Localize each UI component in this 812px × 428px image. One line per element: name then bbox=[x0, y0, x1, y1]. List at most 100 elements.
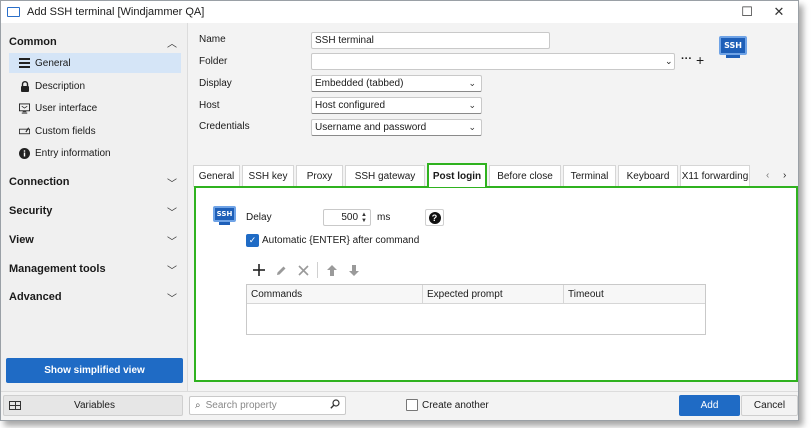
entry-type-icon[interactable]: SSH bbox=[719, 36, 747, 59]
tab-x11-forwarding[interactable]: X11 forwarding bbox=[680, 165, 750, 187]
edit-icon[interactable] bbox=[270, 261, 292, 279]
sidebar-item-user-interface[interactable]: User interface bbox=[9, 98, 181, 118]
sidebar-group-view[interactable]: View ﹀ bbox=[9, 231, 181, 249]
tab-before-close[interactable]: Before close bbox=[489, 165, 561, 187]
name-label: Name bbox=[199, 34, 226, 45]
delete-icon[interactable] bbox=[292, 261, 314, 279]
title-bar: Add SSH terminal [Windjammer QA] ☐ ✕ bbox=[1, 1, 798, 23]
host-select[interactable]: Host configured ⌄ bbox=[311, 97, 482, 114]
help-button[interactable]: ? bbox=[425, 209, 444, 226]
sidebar-item-general[interactable]: General bbox=[9, 53, 181, 73]
sidebar-group-label: Connection bbox=[9, 176, 70, 188]
credentials-select[interactable]: Username and password ⌄ bbox=[311, 119, 482, 136]
checkmark-icon: ✓ bbox=[246, 234, 259, 247]
table-header: Commands Expected prompt Timeout bbox=[247, 285, 705, 304]
stepper-arrows-icon[interactable]: ▲ ▼ bbox=[361, 212, 367, 224]
sidebar-group-connection[interactable]: Connection ﹀ bbox=[9, 173, 181, 191]
window-title: Add SSH terminal [Windjammer QA] bbox=[27, 6, 205, 18]
sidebar-item-description[interactable]: Description bbox=[9, 76, 181, 96]
move-up-icon[interactable] bbox=[321, 261, 343, 279]
folder-add-icon[interactable]: + bbox=[696, 52, 704, 68]
chevron-down-icon: ﹀ bbox=[167, 207, 177, 219]
credentials-value: Username and password bbox=[315, 122, 427, 133]
sidebar-item-label: Custom fields bbox=[35, 125, 96, 137]
search-placeholder: Search property bbox=[205, 400, 277, 411]
sidebar-group-common[interactable]: Common ︿ bbox=[9, 33, 181, 51]
grid-icon bbox=[9, 401, 21, 410]
sidebar-item-entry-information[interactable]: Entry information bbox=[9, 143, 181, 163]
create-another-checkbox[interactable]: Create another bbox=[406, 399, 489, 411]
sidebar-item-custom-fields[interactable]: Custom fields bbox=[9, 121, 181, 141]
bottom-bar: Variables ⌕ Search property Create anoth… bbox=[1, 391, 798, 420]
info-icon bbox=[19, 147, 30, 159]
sidebar-item-label: Description bbox=[35, 80, 86, 92]
tab-proxy[interactable]: Proxy bbox=[296, 165, 343, 187]
sidebar-item-label: User interface bbox=[35, 102, 98, 114]
display-label: Display bbox=[199, 78, 232, 89]
add-button[interactable]: Add bbox=[679, 395, 740, 416]
post-login-panel: SSH Delay 500 ▲ ▼ ms ? ✓ Automatic {ENTER… bbox=[194, 186, 798, 382]
commands-table[interactable]: Commands Expected prompt Timeout bbox=[246, 284, 706, 335]
close-button[interactable]: ✕ bbox=[762, 1, 796, 23]
delay-label: Delay bbox=[246, 212, 272, 223]
tab-scroll-right-icon[interactable]: › bbox=[783, 170, 786, 181]
sidebar-group-management-tools[interactable]: Management tools ﹀ bbox=[9, 260, 181, 278]
tab-keyboard[interactable]: Keyboard bbox=[618, 165, 678, 187]
commands-toolbar bbox=[248, 261, 365, 279]
main-panel: Name SSH terminal Folder ⌄ ··· + SSH Dis… bbox=[189, 23, 798, 391]
post-login-ssh-icon: SSH bbox=[213, 206, 236, 225]
sidebar-group-label: Security bbox=[9, 205, 53, 217]
chevron-down-icon: ﹀ bbox=[167, 265, 177, 277]
ssh-icon: SSH bbox=[213, 206, 236, 222]
folder-more-icon[interactable]: ··· bbox=[681, 53, 692, 65]
sidebar-item-label: General bbox=[35, 57, 71, 69]
chevron-down-icon: ﹀ bbox=[167, 236, 177, 248]
sidebar-group-advanced[interactable]: Advanced ﹀ bbox=[9, 288, 181, 306]
sidebar: Common ︿ General Description User interf… bbox=[1, 23, 188, 391]
auto-enter-checkbox[interactable]: ✓ Automatic {ENTER} after command bbox=[246, 234, 419, 247]
column-header-commands[interactable]: Commands bbox=[247, 285, 423, 303]
host-label: Host bbox=[199, 100, 220, 111]
window-app-icon bbox=[7, 7, 20, 17]
chevron-down-icon: ⌄ bbox=[468, 100, 476, 110]
add-icon[interactable] bbox=[248, 261, 270, 279]
tab-ssh-key[interactable]: SSH key bbox=[242, 165, 294, 187]
folder-dropdown-icon[interactable]: ⌄ bbox=[665, 56, 673, 67]
search-icon: ⌕ bbox=[195, 400, 201, 411]
search-input[interactable]: ⌕ Search property bbox=[189, 396, 346, 415]
sidebar-group-security[interactable]: Security ﹀ bbox=[9, 202, 181, 220]
variables-button[interactable]: Variables bbox=[3, 395, 183, 416]
delay-unit: ms bbox=[377, 212, 391, 223]
maximize-button[interactable]: ☐ bbox=[730, 1, 764, 23]
ssh-icon: SSH bbox=[719, 36, 747, 55]
tab-scroll-left-icon[interactable]: ‹ bbox=[766, 170, 769, 181]
move-down-icon[interactable] bbox=[343, 261, 365, 279]
tab-post-login[interactable]: Post login bbox=[427, 163, 487, 187]
chevron-up-icon: ︿ bbox=[167, 38, 177, 50]
list-icon bbox=[19, 58, 30, 69]
show-simplified-view-button[interactable]: Show simplified view bbox=[6, 358, 183, 383]
chevron-down-icon: ⌄ bbox=[468, 122, 476, 132]
monitor-icon bbox=[19, 102, 30, 114]
variables-label: Variables bbox=[74, 400, 115, 411]
tab-ssh-gateway[interactable]: SSH gateway bbox=[345, 165, 425, 187]
chevron-down-icon: ﹀ bbox=[167, 178, 177, 190]
chevron-down-icon: ⌄ bbox=[468, 78, 476, 88]
search-submit-icon[interactable] bbox=[330, 399, 340, 412]
tab-terminal[interactable]: Terminal bbox=[563, 165, 616, 187]
sidebar-item-label: Entry information bbox=[35, 147, 111, 159]
cancel-button[interactable]: Cancel bbox=[741, 395, 798, 416]
name-field[interactable]: SSH terminal bbox=[311, 32, 550, 49]
column-header-timeout[interactable]: Timeout bbox=[564, 285, 705, 303]
column-header-expected-prompt[interactable]: Expected prompt bbox=[423, 285, 564, 303]
lock-icon bbox=[19, 80, 30, 92]
tab-general[interactable]: General bbox=[193, 165, 240, 187]
sidebar-group-label: Advanced bbox=[9, 291, 62, 303]
checkbox-box bbox=[406, 399, 418, 411]
sidebar-group-label: Common bbox=[9, 36, 57, 48]
auto-enter-label: Automatic {ENTER} after command bbox=[262, 235, 420, 246]
display-select[interactable]: Embedded (tabbed) ⌄ bbox=[311, 75, 482, 92]
folder-field[interactable] bbox=[311, 53, 675, 70]
credentials-label: Credentials bbox=[199, 121, 250, 132]
delay-stepper[interactable]: 500 ▲ ▼ bbox=[323, 209, 371, 226]
